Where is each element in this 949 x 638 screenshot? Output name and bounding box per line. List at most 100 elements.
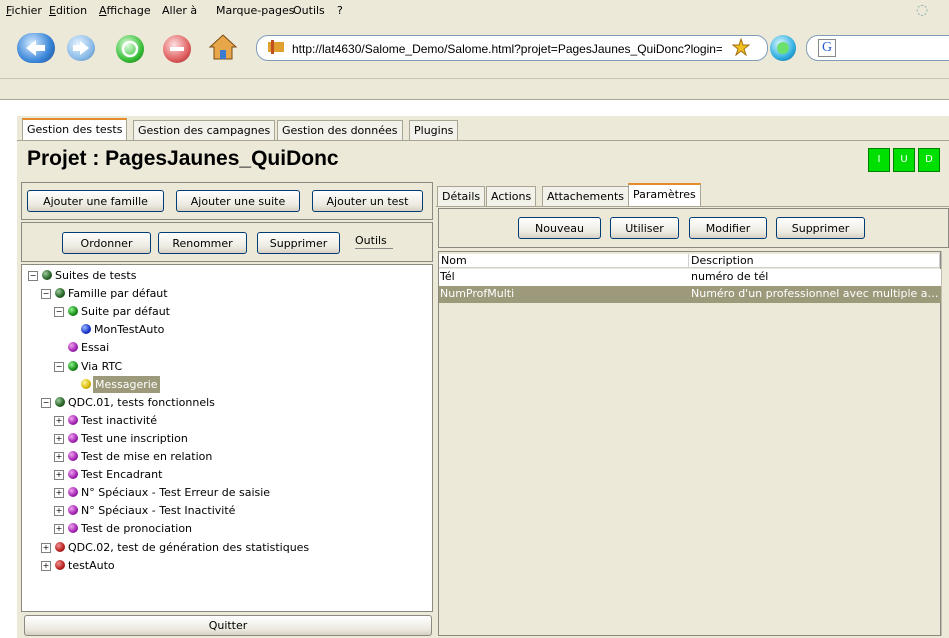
throbber-icon: ◌ [916,2,929,18]
tree-expander-icon[interactable]: + [54,506,64,516]
purple-ball-icon [68,523,78,533]
tree-item[interactable]: Suite par défaut [81,303,170,320]
param-name-cell: NumProfMulti [440,287,515,300]
add-test-button[interactable]: Ajouter un test [312,190,423,212]
menu-help[interactable]: ? [337,4,343,17]
go-icon[interactable] [770,35,796,61]
tree-expander-icon[interactable]: + [41,543,51,553]
purple-ball-icon [68,469,78,479]
dark-ball-icon [42,270,52,280]
project-title: Projet : PagesJaunes_QuiDonc [27,147,339,170]
modify-param-button[interactable]: Modifier [689,217,767,239]
tree-expander-icon[interactable]: − [41,398,51,408]
stop-icon[interactable] [163,35,191,63]
google-icon: G [818,39,836,57]
delete-param-button[interactable]: Supprimer [776,217,865,239]
rename-button[interactable]: Renommer [158,232,247,254]
tree-item[interactable]: Famille par défaut [68,285,168,302]
tab-attachments[interactable]: Attachements [542,186,629,206]
url-text: http://lat4630/Salome_Demo/Salome.html?p… [292,42,722,56]
green-ball-icon [68,306,78,316]
green-ball-icon [68,361,78,371]
tree-item[interactable]: Messagerie [93,376,160,393]
tree-item[interactable]: Test une inscription [81,430,188,447]
status-u-button[interactable]: U [893,148,915,172]
reload-icon[interactable] [116,35,144,63]
tools-menu[interactable]: Outils [355,234,393,249]
site-icon [268,40,284,54]
red-ball-icon [55,560,65,570]
tree-expander-icon[interactable]: − [41,289,51,299]
tree-item[interactable]: Suites de tests [55,267,136,284]
tree-expander-icon[interactable]: + [54,434,64,444]
browser-strip [0,79,949,100]
param-table [438,251,941,636]
delete-button[interactable]: Supprimer [257,232,340,254]
status-i-button[interactable]: I [868,148,890,172]
tree-item[interactable]: N° Spéciaux - Test Inactivité [81,502,235,519]
tree-expander-icon[interactable]: + [54,470,64,480]
add-suite-button[interactable]: Ajouter une suite [176,190,300,212]
add-family-button[interactable]: Ajouter une famille [27,190,164,212]
column-header-nom[interactable]: Nom [439,254,689,268]
menu-aller[interactable]: Aller à [162,4,197,17]
tree-expander-icon[interactable]: + [54,488,64,498]
tree-expander-icon[interactable]: + [54,416,64,426]
tab-divider [17,140,949,141]
tree-expander-icon[interactable]: − [28,271,38,281]
menu-fichier[interactable]: Fichier [6,4,42,17]
blue-ball-icon [81,324,91,334]
param-name-cell: Tél [440,270,455,283]
tree-item[interactable]: Via RTC [81,358,122,375]
tree-item[interactable]: Test Encadrant [81,466,162,483]
menu-affichage[interactable]: Affichage [99,4,151,17]
tree-item[interactable]: QDC.01, tests fonctionnels [68,394,215,411]
tree-expander-icon[interactable]: + [54,452,64,462]
back-icon[interactable] [17,33,55,63]
tree-expander-icon[interactable]: − [54,307,64,317]
tab-gestion-tests[interactable]: Gestion des tests [22,118,128,140]
order-button[interactable]: Ordonner [62,232,151,254]
quit-button[interactable]: Quitter [24,615,432,636]
tree-item[interactable]: Test inactivité [81,412,157,429]
yellow-ball-icon [81,379,91,389]
new-param-button[interactable]: Nouveau [518,217,601,239]
purple-ball-icon [68,433,78,443]
tree-item[interactable]: Test de pronociation [81,520,192,537]
tab-gestion-campagnes[interactable]: Gestion des campagnes [133,120,276,140]
table-scrollbar[interactable] [941,251,949,636]
tree-expander-icon[interactable]: − [54,362,64,372]
param-description-cell: numéro de tél [691,270,769,283]
tab-plugins[interactable]: Plugins [409,120,459,140]
dark-ball-icon [55,288,65,298]
column-header-description[interactable]: Description [689,254,940,268]
tree-expander-icon[interactable]: + [54,524,64,534]
purple-ball-icon [68,505,78,515]
red-ball-icon [55,542,65,552]
menu-edition[interactable]: Edition [49,4,87,17]
tab-parameters[interactable]: Paramètres [628,183,701,206]
tab-gestion-donnees[interactable]: Gestion des données [277,120,403,140]
tree-item[interactable]: testAuto [68,557,115,574]
bookmark-star-icon[interactable] [731,37,751,57]
tree-item[interactable]: N° Spéciaux - Test Erreur de saisie [81,484,270,501]
use-param-button[interactable]: Utiliser [610,217,679,239]
dark-ball-icon [55,397,65,407]
menu-marque-pages[interactable]: Marque-pages [216,4,294,17]
tree-item[interactable]: Essai [81,339,109,356]
tree-item[interactable]: Test de mise en relation [81,448,212,465]
menu-outils[interactable]: Outils [293,4,325,17]
tab-actions[interactable]: Actions [486,186,537,206]
tree-item[interactable]: MonTestAuto [94,321,164,338]
forward-icon[interactable] [67,35,95,61]
tree-item[interactable]: QDC.02, test de génération des statistiq… [68,539,309,556]
tree-expander-icon[interactable]: + [41,561,51,571]
subtab-divider [436,206,949,207]
tab-details[interactable]: Détails [437,186,486,206]
browser-menu-bar: Fichier Edition Affichage Aller à Marque… [0,0,949,23]
status-d-button[interactable]: D [918,148,940,172]
home-icon[interactable] [208,32,238,62]
purple-ball-icon [68,487,78,497]
param-description-cell: Numéro d'un professionnel avec multiple … [691,287,940,300]
purple-ball-icon [68,342,78,352]
